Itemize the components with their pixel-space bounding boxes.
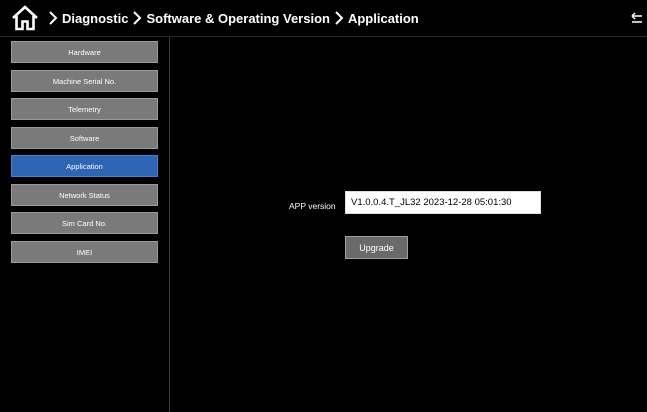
chevron-right-icon: [133, 11, 142, 25]
upgrade-button[interactable]: Upgrade: [345, 236, 408, 259]
sidebar-item-label: Application: [66, 161, 103, 171]
home-icon[interactable]: [10, 3, 40, 33]
sidebar-item-network-status[interactable]: Network Status: [11, 184, 158, 206]
app-version-label: APP version: [289, 201, 336, 211]
chevron-right-icon: [335, 11, 344, 25]
sidebar-item-hardware[interactable]: Hardware: [11, 41, 158, 63]
app-version-field: V1.0.0.4.T_JL32 2023-12-28 05:01:30: [345, 191, 541, 214]
back-arrow-icon[interactable]: [631, 11, 643, 25]
sidebar-item-label: Hardware: [68, 47, 101, 57]
breadcrumb-application: Application: [347, 10, 419, 26]
sidebar-item-imei[interactable]: IMEI: [11, 241, 158, 263]
sidebar: Hardware Machine Serial No. Telemetry So…: [0, 37, 170, 412]
sidebar-item-label: Machine Serial No.: [52, 76, 117, 86]
sidebar-item-label: Software: [69, 133, 100, 143]
breadcrumb: Diagnostic Software & Operating Version …: [44, 11, 419, 26]
chevron-right-icon: [49, 11, 58, 25]
sidebar-item-label: Telemetry: [68, 104, 101, 114]
breadcrumb-software-version[interactable]: Software & Operating Version: [146, 11, 330, 26]
sidebar-item-label: Network Status: [59, 190, 110, 200]
breadcrumb-diagnostic[interactable]: Diagnostic: [62, 11, 128, 26]
sidebar-item-label: Sim Card No.: [61, 218, 107, 228]
sidebar-item-machine-serial[interactable]: Machine Serial No.: [11, 70, 158, 92]
sidebar-item-software[interactable]: Software: [11, 127, 158, 149]
sidebar-item-application[interactable]: Application: [11, 155, 158, 177]
header-bar: Diagnostic Software & Operating Version …: [0, 0, 647, 37]
sidebar-item-telemetry[interactable]: Telemetry: [11, 98, 158, 120]
sidebar-item-label: IMEI: [76, 247, 93, 257]
sidebar-item-sim-card[interactable]: Sim Card No.: [11, 212, 158, 234]
